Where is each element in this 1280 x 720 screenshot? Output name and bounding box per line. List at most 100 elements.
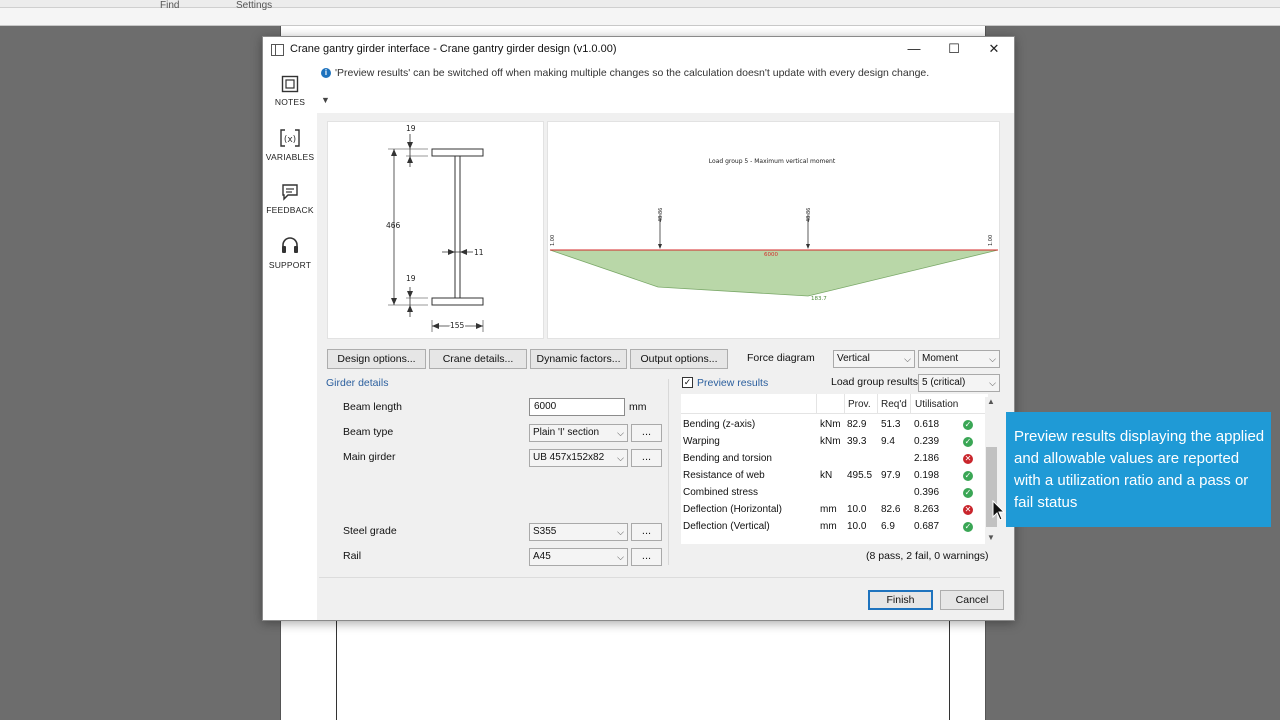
force-effect-value: Moment — [922, 353, 959, 364]
output-options-button[interactable]: Output options... — [630, 349, 728, 369]
sidebar-item-support[interactable]: SUPPORT — [263, 236, 317, 271]
beam-type-select[interactable]: Plain 'I' section ⌵ — [529, 424, 628, 442]
chevron-down-icon: ⌵ — [617, 527, 624, 537]
result-prov: 495.5 — [847, 470, 873, 481]
beam-length-input[interactable]: 6000 — [529, 398, 625, 416]
moment-diagram: Load group 5 - Maximum vertical moment 4… — [549, 158, 999, 302]
chevron-down-icon: ⌵ — [989, 378, 996, 388]
dim-bottom-flange: 19 — [406, 274, 416, 283]
steel-grade-more-button[interactable]: ... — [631, 523, 662, 541]
pass-status-icon: ✓ — [963, 471, 973, 481]
dialog-titlebar[interactable]: Crane gantry girder interface - Crane ga… — [263, 37, 1014, 63]
collapse-caret-icon[interactable]: ▼ — [321, 95, 330, 105]
force-direction-select[interactable]: Vertical ⌵ — [833, 350, 915, 368]
dim-width: 155 — [450, 321, 465, 330]
load-label-1: 48.86 — [658, 208, 664, 222]
load-group-value: 5 (critical) — [922, 377, 966, 388]
rail-select[interactable]: A45 ⌵ — [529, 548, 628, 566]
force-effect-select[interactable]: Moment ⌵ — [918, 350, 1000, 368]
notes-icon — [281, 75, 299, 93]
force-diagram-label: Force diagram — [747, 352, 815, 364]
result-prov: 82.9 — [847, 419, 867, 430]
crane-details-button[interactable]: Crane details... — [429, 349, 527, 369]
result-unit: kN — [820, 470, 833, 481]
dialog-sidebar: NOTES (x) VARIABLES FEEDBACK SUPPORT — [263, 63, 317, 620]
result-unit: mm — [820, 521, 837, 532]
col-header-prov: Prov. — [848, 399, 871, 410]
cancel-button[interactable]: Cancel — [940, 590, 1004, 610]
result-prov: 39.3 — [847, 436, 867, 447]
result-unit: kNm — [820, 419, 841, 430]
force-diagram-panel: Load group 5 - Maximum vertical moment 4… — [547, 121, 1000, 339]
finish-button[interactable]: Finish — [868, 590, 933, 610]
beam-length-unit: mm — [629, 401, 647, 413]
col-header-reqd: Req'd — [881, 399, 907, 410]
table-row: Bending (z-axis) kNm 82.9 51.3 0.618 ✓ — [681, 417, 988, 434]
rail-label: Rail — [343, 550, 362, 562]
background-app-bar — [0, 0, 1280, 8]
scroll-down-icon[interactable]: ▼ — [987, 533, 995, 542]
info-icon: i — [321, 68, 331, 78]
diagram-title: Load group 5 - Maximum vertical moment — [709, 158, 836, 165]
headset-icon — [282, 237, 298, 253]
result-util: 0.618 — [914, 419, 940, 430]
chevron-down-icon: ⌵ — [904, 354, 911, 364]
chevron-down-icon: ⌵ — [617, 552, 624, 562]
load-group-select[interactable]: 5 (critical) ⌵ — [918, 374, 1000, 392]
background-menu-find[interactable]: Find — [160, 0, 179, 11]
result-reqd: 82.6 — [881, 504, 901, 515]
table-row: Warping kNm 39.3 9.4 0.239 ✓ — [681, 434, 988, 451]
result-unit: kNm — [820, 436, 841, 447]
callout-text: Preview results displaying the applied a… — [1014, 428, 1265, 511]
scroll-up-icon[interactable]: ▲ — [987, 397, 995, 406]
peak-label: 183.7 — [811, 296, 827, 302]
result-name: Deflection (Horizontal) — [683, 504, 782, 515]
steel-grade-value: S355 — [533, 526, 557, 537]
crane-girder-dialog: Crane gantry girder interface - Crane ga… — [262, 36, 1015, 621]
sidebar-label-notes: NOTES — [274, 97, 306, 107]
sidebar-item-feedback[interactable]: FEEDBACK — [263, 183, 317, 216]
info-text: 'Preview results' can be switched off wh… — [335, 67, 930, 79]
result-name: Warping — [683, 436, 720, 447]
force-direction-value: Vertical — [837, 353, 870, 364]
pass-status-icon: ✓ — [963, 437, 973, 447]
sidebar-item-variables[interactable]: (x) VARIABLES — [263, 128, 317, 163]
i-section-drawing: 19 466 11 19 155 — [386, 124, 484, 332]
result-prov: 10.0 — [847, 504, 867, 515]
table-row: Deflection (Vertical) mm 10.0 6.9 0.687 ✓ — [681, 519, 988, 536]
main-girder-label: Main girder — [343, 451, 396, 463]
close-button[interactable]: ✕ — [974, 37, 1014, 63]
background-document — [280, 26, 986, 36]
col-header-util: Utilisation — [915, 399, 959, 410]
mouse-cursor-icon — [992, 500, 1006, 521]
result-unit: mm — [820, 504, 837, 515]
results-summary: (8 pass, 2 fail, 0 warnings) — [866, 550, 989, 562]
result-reqd: 9.4 — [881, 436, 895, 447]
dim-top-flange: 19 — [406, 124, 416, 133]
steel-grade-select[interactable]: S355 ⌵ — [529, 523, 628, 541]
sidebar-item-notes[interactable]: NOTES — [263, 75, 317, 108]
result-name: Combined stress — [683, 487, 759, 498]
rail-value: A45 — [533, 551, 551, 562]
annotation-callout: Preview results displaying the applied a… — [1006, 412, 1271, 527]
feedback-icon — [282, 184, 298, 201]
maximize-button[interactable]: ☐ — [934, 37, 974, 63]
window-icon — [271, 44, 284, 56]
result-reqd: 6.9 — [881, 521, 895, 532]
results-table: Prov. Req'd Utilisation Bending (z-axis)… — [681, 394, 988, 544]
result-name: Bending (z-axis) — [683, 419, 756, 430]
rail-more-button[interactable]: ... — [631, 548, 662, 566]
sidebar-label-support: SUPPORT — [268, 260, 312, 270]
beam-type-more-button[interactable]: ... — [631, 424, 662, 442]
main-girder-select[interactable]: UB 457x152x82 ⌵ — [529, 449, 628, 467]
background-menu-settings[interactable]: Settings — [236, 0, 272, 11]
dynamic-factors-button[interactable]: Dynamic factors... — [530, 349, 627, 369]
dim-depth: 466 — [386, 221, 401, 230]
minimize-button[interactable]: — — [894, 37, 934, 63]
fail-status-icon: ✕ — [963, 505, 973, 515]
main-girder-more-button[interactable]: ... — [631, 449, 662, 467]
design-options-button[interactable]: Design options... — [327, 349, 426, 369]
girder-details-heading: Girder details — [326, 377, 389, 389]
preview-results-checkbox[interactable]: ✓ — [682, 377, 693, 388]
preview-results-label: Preview results — [697, 377, 769, 389]
